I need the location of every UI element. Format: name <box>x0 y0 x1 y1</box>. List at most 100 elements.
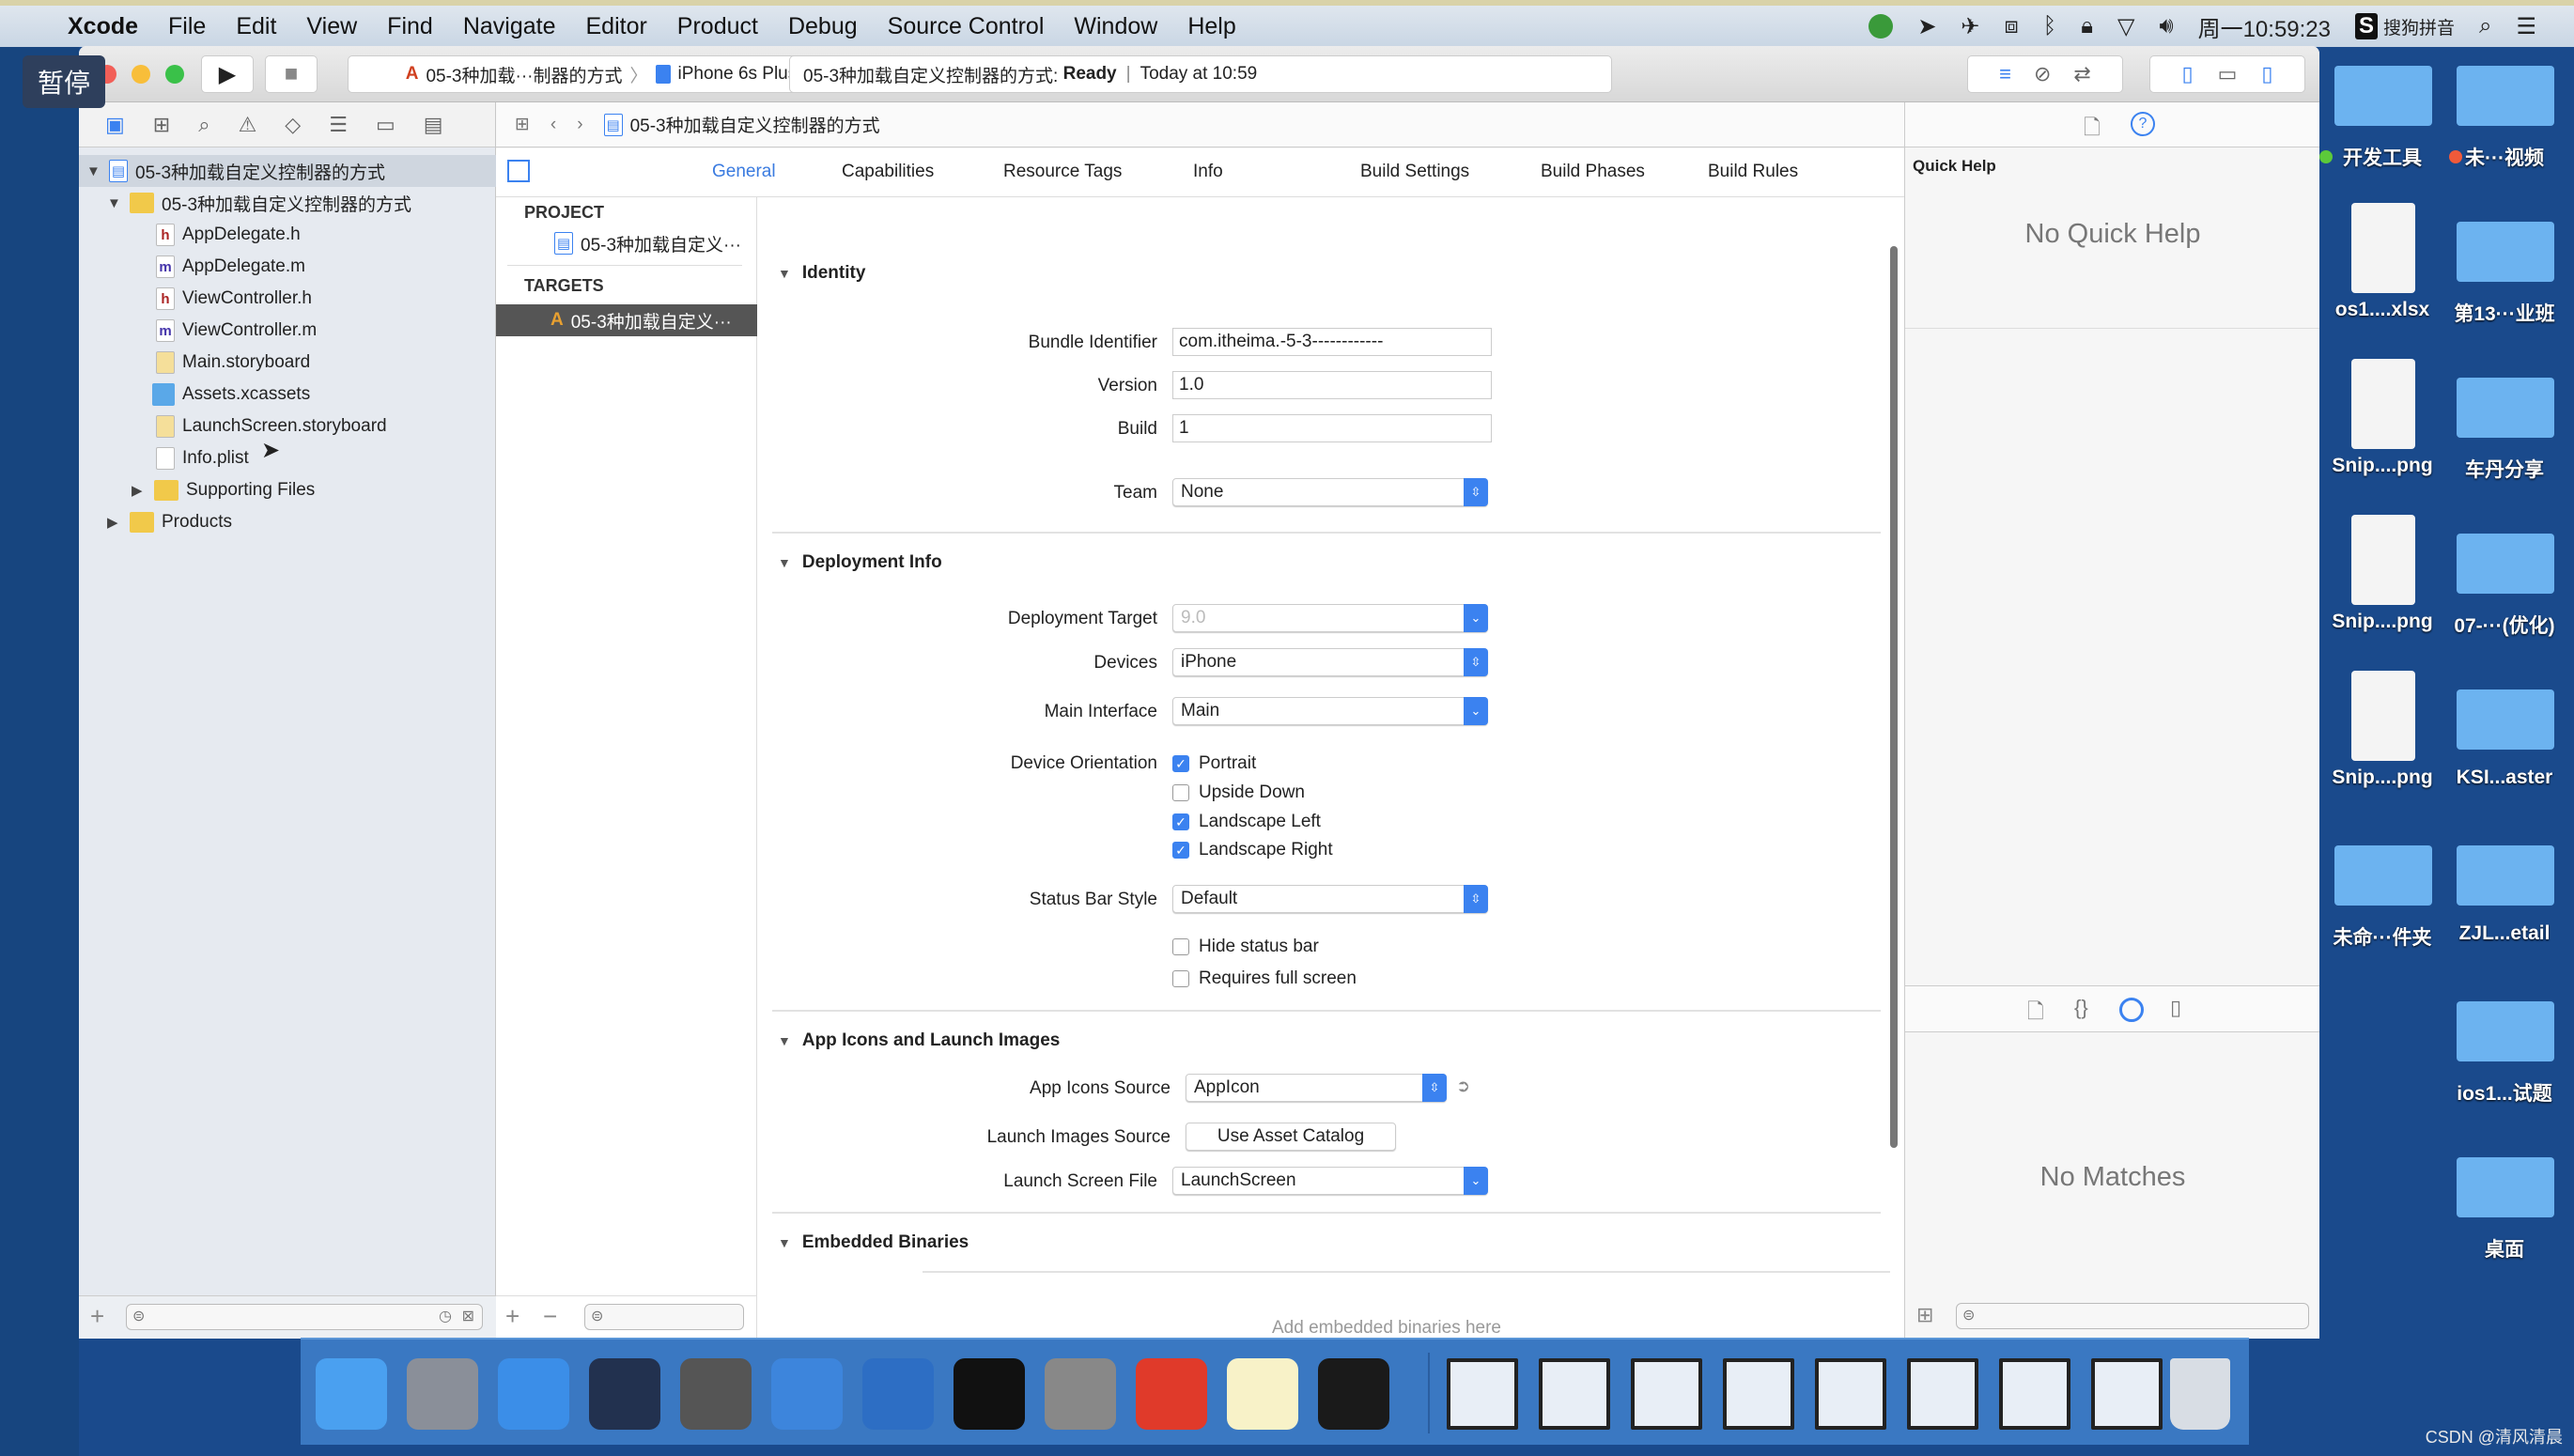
launchpad-dock-icon[interactable] <box>407 1358 478 1430</box>
nav-file[interactable]: Assets.xcassets <box>152 379 310 410</box>
add-icon[interactable]: + <box>90 1302 104 1331</box>
toggle-utilities-icon[interactable]: ▯ <box>2261 62 2272 86</box>
recent-files-icon[interactable]: ◷ <box>439 1307 452 1325</box>
lock-icon[interactable]: 🔒︎ <box>2081 13 2093 39</box>
project-item[interactable]: ▤ 05-3种加载自定义··· <box>554 227 741 259</box>
devices-popup[interactable]: iPhone ⇳ <box>1172 648 1488 676</box>
disclosure-open-icon[interactable]: ▼ <box>107 195 122 211</box>
photo-booth-dock-icon[interactable] <box>680 1358 752 1430</box>
xmind-dock-icon[interactable] <box>1136 1358 1207 1430</box>
status-app-icon[interactable] <box>1868 14 1894 39</box>
minimize-button[interactable] <box>132 65 150 84</box>
assistant-editor-icon[interactable]: ⊘ <box>2034 62 2051 86</box>
safari-dock-icon[interactable] <box>498 1358 569 1430</box>
menu-help[interactable]: Help <box>1172 13 1250 40</box>
disclosure-open-icon[interactable]: ▼ <box>778 555 791 570</box>
menu-app[interactable]: Xcode <box>53 13 153 40</box>
terminal-dock-icon[interactable] <box>954 1358 1025 1430</box>
menu-find[interactable]: Find <box>372 13 448 40</box>
tab-info[interactable]: Info <box>1193 162 1223 182</box>
desktop-item-label[interactable]: ZJL...etail <box>2443 922 2566 945</box>
menu-navigate[interactable]: Navigate <box>448 13 571 40</box>
checkbox[interactable] <box>1172 938 1189 955</box>
version-field[interactable]: 1.0 <box>1172 371 1492 399</box>
nav-file[interactable]: h ViewController.h <box>156 283 312 315</box>
requires-full-screen[interactable]: Requires full screen <box>1172 968 1357 989</box>
folder-icon[interactable] <box>2457 1157 2554 1217</box>
disclosure-closed-icon[interactable]: ▶ <box>107 514 122 531</box>
checkbox[interactable] <box>1172 784 1189 801</box>
related-items-icon[interactable]: ⊞ <box>515 114 530 135</box>
console-dock-icon[interactable] <box>1318 1358 1389 1430</box>
trash-dock-icon[interactable] <box>2170 1358 2230 1430</box>
desktop-item-label[interactable]: 第13···业班 <box>2443 299 2566 327</box>
desktop-item-label[interactable]: 桌面 <box>2443 1234 2566 1262</box>
menu-file[interactable]: File <box>153 13 221 40</box>
minimized-window-dock-icon[interactable] <box>1815 1358 1886 1430</box>
desktop-item-label[interactable]: 07-···(优化) <box>2443 611 2566 639</box>
section-identity[interactable]: ▼ Identity <box>778 263 865 284</box>
build-field[interactable]: 1 <box>1172 414 1492 442</box>
desktop-item-label[interactable]: 开发工具 <box>2321 143 2443 171</box>
scheme-selector[interactable]: A 05-3种加载···制器的方式 〉 iPhone 6s Plus <box>348 55 855 93</box>
report-icon[interactable]: ▤ <box>424 113 443 137</box>
desktop-item-label[interactable]: 未命···件夹 <box>2321 922 2443 951</box>
minimized-window-dock-icon[interactable] <box>1999 1358 2070 1430</box>
airplane-icon[interactable]: ✈ <box>1961 13 1979 40</box>
nav-row-supporting[interactable]: ▶ Supporting Files <box>132 474 315 506</box>
nav-file[interactable]: Info.plist <box>156 442 249 474</box>
clock[interactable]: 周一10:59:23 <box>2198 10 2331 43</box>
deployment-target-combo[interactable]: 9.0 ⌄ <box>1172 604 1488 632</box>
folder-icon[interactable]: ▣ <box>105 113 125 137</box>
disclosure-closed-icon[interactable]: ▶ <box>132 482 147 499</box>
forward-icon[interactable]: › <box>577 115 582 135</box>
menu-editor[interactable]: Editor <box>570 13 661 40</box>
location-icon[interactable]: ➤ <box>1917 13 1936 40</box>
code-snippet-library-icon[interactable]: {} <box>2074 996 2088 1020</box>
menu-view[interactable]: View <box>291 13 372 40</box>
minimized-window-dock-icon[interactable] <box>1631 1358 1702 1430</box>
standard-editor-icon[interactable]: ≡ <box>1999 62 2011 86</box>
checkbox[interactable] <box>1172 970 1189 987</box>
disclosure-open-icon[interactable]: ▼ <box>86 163 101 179</box>
desktop-item-label[interactable]: Snip....png <box>2321 455 2443 477</box>
test-icon[interactable]: ◇ <box>285 113 301 137</box>
breakpoint-icon[interactable]: ▭ <box>376 113 395 137</box>
target-filter-input[interactable]: ⊜ <box>584 1304 744 1330</box>
minimized-window-dock-icon[interactable] <box>1907 1358 1978 1430</box>
folder-icon[interactable] <box>2334 66 2432 126</box>
minimized-window-dock-icon[interactable] <box>2091 1358 2163 1430</box>
instruments-dock-icon[interactable] <box>862 1358 934 1430</box>
minimized-window-dock-icon[interactable] <box>1447 1358 1518 1430</box>
desktop-item-label[interactable]: Snip....png <box>2321 611 2443 633</box>
png-file-icon[interactable] <box>2351 359 2415 449</box>
stop-button[interactable]: ■ <box>265 55 318 93</box>
section-embedded-binaries[interactable]: ▼ Embedded Binaries <box>778 1232 969 1253</box>
menu-product[interactable]: Product <box>662 13 773 40</box>
disclosure-open-icon[interactable]: ▼ <box>778 1033 791 1048</box>
toggle-target-list-icon[interactable] <box>507 160 530 182</box>
toggle-debug-area-icon[interactable]: ▭ <box>2218 62 2238 86</box>
notes-dock-icon[interactable] <box>1227 1358 1298 1430</box>
screen-record-icon[interactable]: ⧈ <box>2005 13 2019 39</box>
pause-badge[interactable]: 暂停 <box>23 55 105 108</box>
checkbox[interactable]: ✓ <box>1172 813 1189 830</box>
desktop-item-label[interactable]: 车丹分享 <box>2443 455 2566 483</box>
hide-status-bar[interactable]: Hide status bar <box>1172 937 1319 957</box>
input-method[interactable]: S 搜狗拼音 <box>2355 13 2455 39</box>
desktop-item-label[interactable]: os1....xlsx <box>2321 299 2443 321</box>
orientation-landscape-right[interactable]: ✓ Landscape Right <box>1172 840 1333 860</box>
disclosure-open-icon[interactable]: ▼ <box>778 1235 791 1250</box>
tab-build-settings[interactable]: Build Settings <box>1360 162 1469 182</box>
status-bar-style-popup[interactable]: Default ⇳ <box>1172 885 1488 913</box>
use-asset-catalog-button[interactable]: Use Asset Catalog <box>1186 1123 1396 1151</box>
folder-icon[interactable] <box>2457 845 2554 906</box>
desktop-item-label[interactable]: ios1...试题 <box>2443 1078 2566 1107</box>
nav-row-group[interactable]: ▼ 05-3种加载自定义控制器的方式 <box>107 187 411 219</box>
symbol-navigator-icon[interactable]: ⊞ <box>153 113 170 137</box>
menu-window[interactable]: Window <box>1059 13 1172 40</box>
jump-bar-path[interactable]: ▤ 05-3种加载自定义控制器的方式 <box>603 112 880 137</box>
tab-resource-tags[interactable]: Resource Tags <box>1003 162 1122 182</box>
file-inspector-icon[interactable]: 🗋︎ <box>2084 112 2101 147</box>
minimized-window-dock-icon[interactable] <box>1539 1358 1610 1430</box>
